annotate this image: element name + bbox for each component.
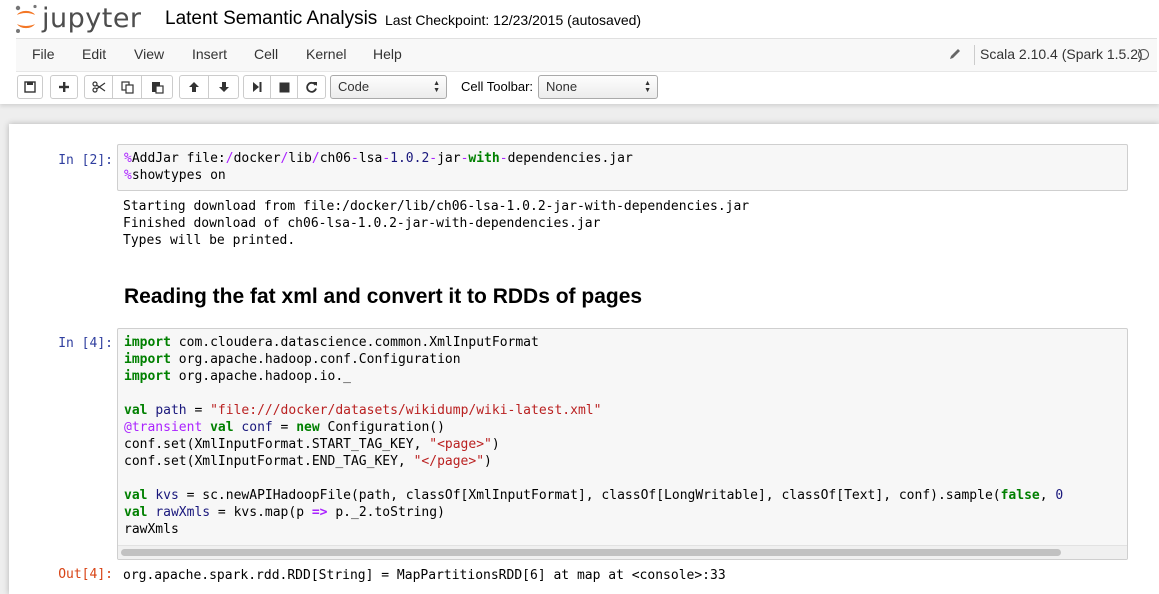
code-line: @transient val conf = new Configuration(… [124,420,445,435]
menu-file[interactable]: File [32,39,55,71]
insert-cell-button[interactable] [50,75,78,99]
cut-button[interactable] [84,75,113,99]
cell-output: org.apache.spark.rdd.RDD[String] = MapPa… [123,568,726,583]
copy-button[interactable] [112,75,142,99]
stop-icon [279,82,289,92]
cell-toolbar-select[interactable]: None ▲ ▼ [538,75,658,99]
menu-view[interactable]: View [134,39,164,71]
select-arrows-icon: ▲ ▼ [644,80,651,94]
output-line: Types will be printed. [123,233,296,248]
output-line: Finished download of ch06-lsa-1.0.2-jar-… [123,216,601,231]
plus-icon [59,82,69,92]
kernel-name: Scala 2.10.4 (Spark 1.5.2) [980,46,1143,62]
code-line: conf.set(XmlInputFormat.START_TAG_KEY, "… [124,437,500,452]
menu-help[interactable]: Help [373,39,402,71]
scissors-icon [91,81,105,93]
code-line: import com.cloudera.datascience.common.X… [124,335,539,350]
code-line: %AddJar file:/docker/lib/ch06-lsa-1.0.2-… [124,151,633,166]
kernel-divider [974,45,975,65]
refresh-icon [306,81,317,93]
input-prompt: In [4]: [58,336,113,351]
paste-button[interactable] [141,75,173,99]
notebook-title[interactable]: Latent Semantic Analysis [165,8,377,30]
code-line: import org.apache.hadoop.io._ [124,369,351,384]
move-down-button[interactable] [208,75,239,99]
save-icon [24,81,36,93]
code-line: val path = "file:///docker/datasets/wiki… [124,403,602,418]
code-line: val kvs = sc.newAPIHadoopFile(path, clas… [124,488,1064,503]
run-cell-button[interactable] [243,75,271,99]
code-line: %showtypes on [124,168,226,183]
output-prompt: Out[4]: [58,567,113,582]
menu-edit[interactable]: Edit [82,39,106,71]
step-forward-icon [253,82,262,92]
cell-toolbar-value: None [546,79,578,94]
jupyter-logo[interactable]: jupyter [14,2,142,36]
move-up-button[interactable] [179,75,209,99]
cell-type-value: Code [338,79,370,94]
output-line: Starting download from file:/docker/lib/… [123,199,750,214]
interrupt-kernel-button[interactable] [270,75,298,99]
arrow-down-icon [218,82,229,92]
code-line: conf.set(XmlInputFormat.END_TAG_KEY, "</… [124,454,492,469]
code-cell-input[interactable]: %AddJar file:/docker/lib/ch06-lsa-1.0.2-… [117,144,1128,191]
paste-icon [151,81,164,94]
code-cell-input[interactable]: import com.cloudera.datascience.common.X… [117,328,1128,560]
scrollbar-thumb[interactable] [121,549,1061,556]
jupyter-wordmark: jupyter [42,2,142,34]
horizontal-scrollbar[interactable] [118,545,1127,559]
checkpoint-status: Last Checkpoint: 12/23/2015 (autosaved) [385,12,642,28]
pencil-icon[interactable] [948,47,962,61]
menu-cell[interactable]: Cell [254,39,278,71]
input-prompt: In [2]: [58,153,113,168]
cell-toolbar-label: Cell Toolbar: [461,79,534,94]
menu-kernel[interactable]: Kernel [306,39,346,71]
code-line: import org.apache.hadoop.conf.Configurat… [124,352,461,367]
cell-type-select[interactable]: Code ▲ ▼ [330,75,447,99]
markdown-heading: Reading the fat xml and convert it to RD… [124,285,643,308]
notebook-container: In [2]: %AddJar file:/docker/lib/ch06-ls… [9,124,1159,594]
select-arrows-icon: ▲ ▼ [433,80,440,94]
save-button[interactable] [17,75,43,99]
restart-kernel-button[interactable] [297,75,326,99]
notebook-header: jupyter Latent Semantic Analysis Last Ch… [0,0,1159,104]
code-line: rawXmls [124,522,179,537]
menu-insert[interactable]: Insert [192,39,227,71]
toolbar: Code ▲ ▼ Cell Toolbar: None ▲ ▼ [0,70,1159,104]
kernel-idle-indicator-icon [1138,49,1149,60]
jupyter-logo-icon [15,4,37,33]
menubar: File Edit View Insert Cell Kernel Help S… [16,38,1157,72]
arrow-up-icon [189,82,199,92]
copy-icon [120,80,134,94]
code-line: val rawXmls = kvs.map(p => p._2.toString… [124,505,445,520]
